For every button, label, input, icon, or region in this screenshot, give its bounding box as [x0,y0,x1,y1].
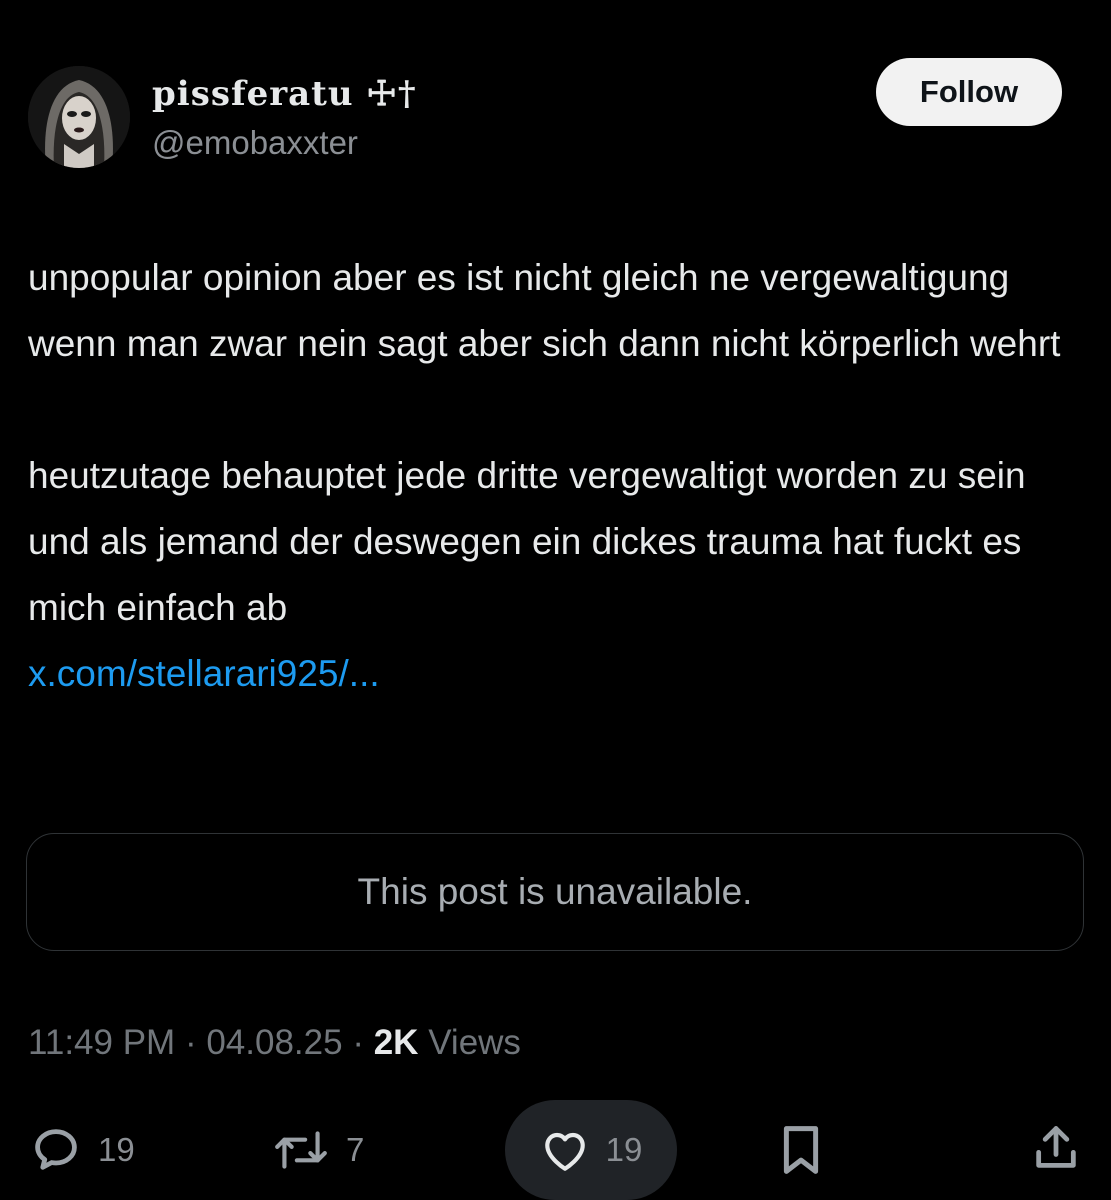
display-name[interactable]: pissferatu ☩† [152,74,417,114]
tweet-meta: 11:49 PM · 04.08.25 · 2K Views [28,1023,521,1063]
tweet-view: pissferatu ☩† @emobaxxter Follow unpopul… [0,0,1111,1200]
follow-button[interactable]: Follow [876,58,1062,126]
tweet-paragraph-2: heutzutage behauptet jede dritte vergewa… [28,443,1088,707]
meta-separator: · [352,1023,364,1062]
post-date[interactable]: 04.08.25 [206,1023,342,1062]
share-icon [1036,1126,1076,1168]
avatar-image [28,66,130,168]
like-icon [544,1132,585,1171]
repost-icon [275,1131,327,1169]
share-button[interactable] [1030,1120,1082,1176]
views-label: Views [428,1023,521,1062]
avatar[interactable] [28,66,130,168]
quoted-post-unavailable-text: This post is unavailable. [357,871,753,912]
tweet-text: unpopular opinion aber es ist nicht glei… [28,245,1088,707]
tweet-link[interactable]: x.com/stellarari925/... [28,653,380,694]
reply-button[interactable]: 19 [30,1122,135,1178]
meta-separator: · [184,1023,197,1062]
post-time[interactable]: 11:49 PM [28,1023,175,1062]
like-count: 19 [605,1131,643,1168]
quoted-post-card[interactable]: This post is unavailable. [26,833,1084,951]
bookmark-icon [783,1126,819,1174]
tweet-paragraph-2-text: heutzutage behauptet jede dritte vergewa… [28,455,1026,628]
reply-icon [35,1129,77,1170]
tweet-paragraph-1: unpopular opinion aber es ist nicht glei… [28,257,1061,364]
bookmark-button[interactable] [778,1122,824,1178]
reply-count: 19 [98,1131,135,1168]
views-count: 2K [373,1023,419,1062]
like-button[interactable]: 19 [505,1100,677,1200]
user-handle[interactable]: @emobaxxter [152,124,358,162]
repost-button[interactable]: 7 [272,1122,364,1178]
repost-count: 7 [346,1131,365,1168]
